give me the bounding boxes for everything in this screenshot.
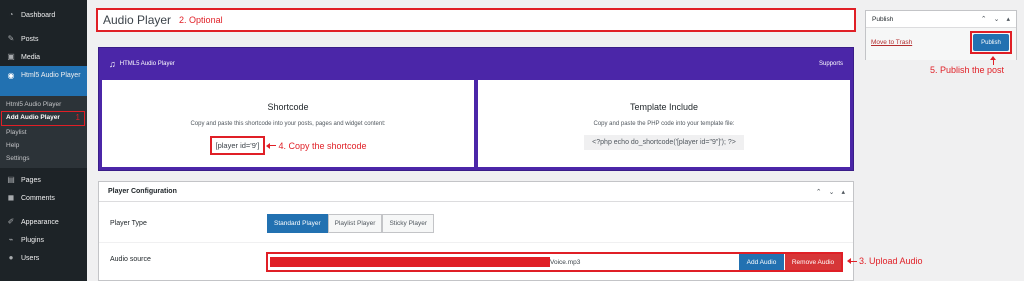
add-audio-button[interactable]: Add Audio bbox=[738, 254, 784, 270]
sidebar-item-label: Media bbox=[21, 53, 41, 61]
sidebar-item-label: Dashboard bbox=[21, 11, 56, 19]
audio-source-input[interactable]: Voice.mp3 bbox=[268, 254, 738, 270]
music-note-icon: ♫ bbox=[109, 59, 116, 69]
arrow-left-icon bbox=[266, 142, 277, 149]
template-card: Template Include Copy and paste the PHP … bbox=[478, 80, 850, 167]
sidebar-item-label: Comments bbox=[21, 194, 55, 202]
sidebar-item-label: Posts bbox=[21, 35, 39, 43]
shortcode-description: Copy and paste this shortcode into your … bbox=[190, 121, 386, 127]
audio-player-submenu: Html5 Audio Player Add Audio Player 1 Pl… bbox=[0, 96, 87, 168]
shortcode-card: Shortcode Copy and paste this shortcode … bbox=[102, 80, 474, 167]
publish-title: Publish bbox=[872, 15, 894, 23]
supports-link[interactable]: Supports bbox=[819, 61, 843, 67]
template-heading: Template Include bbox=[629, 102, 699, 112]
step-5-annotation: 5. Publish the post bbox=[930, 65, 1005, 75]
step-2-annotation: 2. Optional bbox=[179, 15, 223, 25]
media-icon: ▣ bbox=[7, 52, 15, 61]
brand: ♫ HTML5 Audio Player bbox=[109, 59, 175, 69]
sidebar-item-comments[interactable]: ◼ Comments bbox=[0, 189, 87, 207]
submenu-item-help[interactable]: Help bbox=[0, 139, 87, 152]
comments-icon: ◼ bbox=[7, 193, 15, 202]
title-input[interactable]: Audio Player 2. Optional bbox=[96, 8, 856, 32]
toggle-panel-icon[interactable]: ▴ bbox=[1006, 15, 1010, 23]
step-3-annotation: 3. Upload Audio bbox=[859, 256, 923, 266]
upload-annotation: 3. Upload Audio bbox=[846, 256, 923, 266]
publish-box: Publish ⌃ ⌄ ▴ Move to Trash Publish bbox=[865, 10, 1017, 60]
sidebar-item-posts[interactable]: ✎ Posts bbox=[0, 30, 87, 48]
sidebar-item-label: Appearance bbox=[21, 218, 59, 226]
pin-icon: ✎ bbox=[7, 34, 15, 43]
sidebar-item-users[interactable]: ● Users bbox=[0, 249, 87, 267]
step-1-annotation: 1 bbox=[75, 113, 80, 122]
submenu-item-playlist[interactable]: Playlist bbox=[0, 126, 87, 139]
toggle-panel-icon[interactable]: ▴ bbox=[841, 188, 845, 196]
publish-highlight: Publish bbox=[970, 31, 1012, 54]
sidebar-item-appearance[interactable]: ✐ Appearance bbox=[0, 213, 87, 231]
sidebar-item-plugins[interactable]: ⌁ Plugins bbox=[0, 231, 87, 249]
sidebar-item-label: Plugins bbox=[21, 236, 44, 244]
submenu-item-label: Add Audio Player bbox=[6, 114, 60, 121]
sidebar-item-dashboard[interactable]: ◔ Dashboard bbox=[0, 6, 87, 24]
move-to-trash-link[interactable]: Move to Trash bbox=[871, 39, 912, 46]
audio-source-label: Audio source bbox=[110, 256, 151, 263]
panel-header: ♫ HTML5 Audio Player Supports bbox=[99, 48, 853, 80]
plugins-icon: ⌁ bbox=[8, 235, 14, 244]
chevron-up-icon[interactable]: ⌃ bbox=[816, 188, 822, 196]
standard-player-button[interactable]: Standard Player bbox=[267, 213, 328, 233]
sidebar-item-pages[interactable]: ▤ Pages bbox=[0, 171, 87, 189]
audio-filename: Voice.mp3 bbox=[550, 258, 581, 266]
redaction-bar bbox=[270, 257, 550, 267]
pages-icon: ▤ bbox=[7, 175, 15, 184]
player-info-panel: ♫ HTML5 Audio Player Supports Shortcode … bbox=[98, 47, 854, 171]
admin-sidebar: ◔ Dashboard ✎ Posts ▣ Media ◉ Html5 Audi… bbox=[0, 0, 87, 281]
step-4-annotation: 4. Copy the shortcode bbox=[278, 140, 367, 151]
arrow-left-icon bbox=[847, 258, 857, 264]
playlist-player-button[interactable]: Playlist Player bbox=[327, 213, 383, 233]
sticky-player-button[interactable]: Sticky Player bbox=[382, 213, 435, 233]
submenu-item-html5-audio-player[interactable]: Html5 Audio Player bbox=[0, 98, 87, 111]
shortcode-value[interactable]: [player id='9'] bbox=[209, 136, 266, 155]
arrow-up-icon bbox=[990, 56, 996, 65]
post-title: Audio Player bbox=[103, 13, 172, 27]
sidebar-item-html5-audio-player[interactable]: ◉ Html5 Audio Player bbox=[0, 66, 87, 96]
sidebar-item-label: Html5 Audio Player bbox=[21, 72, 81, 79]
remove-audio-button[interactable]: Remove Audio bbox=[784, 254, 841, 270]
player-type-selector: Standard Player Playlist Player Sticky P… bbox=[267, 213, 435, 233]
shortcode-heading: Shortcode bbox=[267, 102, 309, 112]
php-code-snippet[interactable]: <?php echo do_shortcode('[player id="9"]… bbox=[584, 135, 744, 150]
player-configuration-panel: Player Configuration ⌃ ⌄ ▴ Player Type S… bbox=[98, 181, 854, 281]
sidebar-item-media[interactable]: ▣ Media bbox=[0, 48, 87, 66]
config-title: Player Configuration bbox=[108, 188, 177, 195]
template-description: Copy and paste the PHP code into your te… bbox=[593, 121, 735, 127]
appearance-icon: ✐ bbox=[7, 217, 15, 226]
player-type-label: Player Type bbox=[110, 219, 147, 227]
chevron-up-icon[interactable]: ⌃ bbox=[981, 15, 987, 23]
dashboard-icon: ◔ bbox=[8, 10, 14, 19]
chevron-down-icon[interactable]: ⌄ bbox=[829, 188, 835, 196]
audio-source-field: Voice.mp3 Add Audio Remove Audio bbox=[266, 252, 843, 272]
sidebar-item-label: Pages bbox=[21, 176, 41, 184]
brand-label: HTML5 Audio Player bbox=[119, 61, 175, 67]
users-icon: ● bbox=[8, 253, 14, 262]
submenu-item-settings[interactable]: Settings bbox=[0, 152, 87, 165]
publish-header: Publish ⌃ ⌄ ▴ bbox=[866, 11, 1016, 28]
submenu-item-add-audio-player[interactable]: Add Audio Player 1 bbox=[1, 111, 85, 126]
sidebar-item-label: Users bbox=[21, 254, 40, 262]
audio-icon: ◉ bbox=[7, 71, 15, 80]
chevron-down-icon[interactable]: ⌄ bbox=[994, 15, 1000, 23]
config-header: Player Configuration ⌃ ⌄ ▴ bbox=[99, 182, 853, 202]
publish-button[interactable]: Publish bbox=[973, 34, 1009, 51]
